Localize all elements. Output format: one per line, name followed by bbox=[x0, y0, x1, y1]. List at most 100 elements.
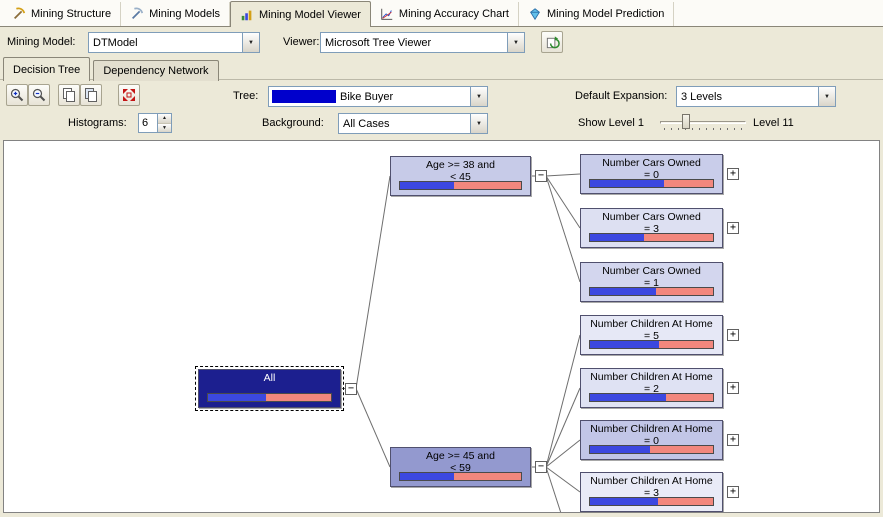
tree-node-child2[interactable]: Number Children At Home = 2 bbox=[580, 368, 723, 408]
tree-node-label: Number Cars Owned = 3 bbox=[602, 211, 701, 235]
tree-node-cars3[interactable]: Number Cars Owned = 3 bbox=[580, 208, 723, 248]
mining-model-value: DTModel bbox=[93, 36, 138, 49]
tree-node-child0[interactable]: Number Children At Home = 0 bbox=[580, 420, 723, 460]
tree-node-label: All bbox=[263, 372, 276, 384]
default-expansion-select[interactable]: 3 Levels ▼ bbox=[676, 86, 836, 107]
mining-model-viewer-icon bbox=[241, 10, 252, 20]
slider-ticks bbox=[664, 128, 742, 130]
tab-decision-tree[interactable]: Decision Tree bbox=[3, 57, 91, 81]
tree-value: Bike Buyer bbox=[340, 90, 394, 103]
tab-label: Mining Model Prediction bbox=[546, 8, 665, 20]
tab-label: Mining Model Viewer bbox=[259, 8, 361, 21]
tree-node-label: Number Children At Home = 3 bbox=[590, 475, 713, 499]
tab-mining-model-prediction[interactable]: Mining Model Prediction bbox=[519, 2, 675, 26]
tree-node-age45[interactable]: Age >= 45 and < 59 bbox=[390, 447, 531, 487]
tab-mining-accuracy-chart[interactable]: Mining Accuracy Chart bbox=[371, 2, 519, 26]
zoom-out-icon bbox=[32, 88, 46, 102]
tree-node-label: Number Children At Home = 5 bbox=[590, 318, 713, 342]
tree-node-child3[interactable]: Number Children At Home = 3 bbox=[580, 472, 723, 512]
chevron-down-icon[interactable]: ▼ bbox=[507, 33, 524, 52]
mining-model-label: Mining Model: bbox=[7, 36, 76, 48]
viewer-select[interactable]: Microsoft Tree Viewer ▼ bbox=[320, 32, 525, 53]
tree-node-label: Number Cars Owned = 1 bbox=[602, 265, 701, 289]
copy-icon bbox=[63, 88, 75, 102]
expand-node-icon[interactable]: + bbox=[727, 222, 739, 234]
zoom-in-icon bbox=[10, 88, 24, 102]
node-histogram bbox=[399, 472, 522, 481]
background-select[interactable]: All Cases ▼ bbox=[338, 113, 488, 134]
node-histogram bbox=[589, 497, 714, 506]
node-histogram bbox=[589, 179, 714, 188]
histograms-value: 6 bbox=[142, 117, 149, 129]
tree-node-all[interactable]: All bbox=[195, 366, 344, 411]
default-expansion-value: 3 Levels bbox=[681, 90, 722, 103]
chevron-down-icon[interactable]: ▼ bbox=[242, 33, 259, 52]
tree-node-cars0[interactable]: Number Cars Owned = 0 bbox=[580, 154, 723, 194]
tab-label: Mining Structure bbox=[31, 8, 112, 20]
tree-label: Tree: bbox=[233, 90, 259, 102]
chevron-down-icon[interactable]: ▼ bbox=[470, 114, 487, 133]
copy-all-icon bbox=[85, 88, 97, 102]
collapse-node-icon[interactable]: − bbox=[345, 382, 357, 395]
document-tabbar: Mining Structure Mining Models Mining Mo… bbox=[0, 0, 883, 27]
tree-node-label: Number Children At Home = 0 bbox=[590, 423, 713, 447]
size-to-fit-icon bbox=[123, 89, 135, 101]
show-level-slider[interactable] bbox=[658, 113, 748, 133]
background-value: All Cases bbox=[343, 117, 390, 130]
tree-node-child5[interactable]: Number Children At Home = 5 bbox=[580, 315, 723, 355]
node-histogram bbox=[207, 393, 332, 402]
spinner-up-icon[interactable]: ▲ bbox=[158, 114, 171, 124]
chevron-down-icon[interactable]: ▼ bbox=[470, 87, 487, 106]
viewer-label: Viewer: bbox=[283, 36, 320, 48]
node-histogram bbox=[589, 287, 714, 296]
decision-tree-view: All − Age >= 38 and < 45 − Age >= 45 and < 59 −… bbox=[3, 140, 880, 513]
viewer-subtabbar: Decision Tree Dependency Network bbox=[0, 56, 883, 81]
tree-select[interactable]: Bike Buyer ▼ bbox=[268, 86, 488, 107]
zoom-out-button[interactable] bbox=[28, 84, 50, 106]
tab-mining-models[interactable]: Mining Models bbox=[121, 2, 231, 26]
chevron-down-icon[interactable]: ▼ bbox=[818, 87, 835, 106]
model-bar: Mining Model: DTModel ▼ Viewer: Microsof… bbox=[0, 27, 883, 56]
node-histogram bbox=[589, 340, 714, 349]
tab-label: Mining Accuracy Chart bbox=[398, 8, 509, 20]
subtab-label: Decision Tree bbox=[13, 63, 81, 76]
tab-mining-model-viewer[interactable]: Mining Model Viewer bbox=[230, 1, 371, 27]
expand-node-icon[interactable]: + bbox=[727, 486, 739, 498]
collapse-node-icon[interactable]: − bbox=[535, 461, 547, 473]
refresh-viewer-icon bbox=[546, 35, 560, 48]
copy-graph-view-button[interactable] bbox=[58, 84, 80, 106]
tree-node-label: Age >= 38 and < 45 bbox=[426, 159, 495, 183]
show-level-label: Show Level 1 bbox=[578, 117, 645, 129]
zoom-in-button[interactable] bbox=[6, 84, 28, 106]
background-label: Background: bbox=[262, 117, 324, 129]
histograms-spinner[interactable]: 6 ▲ ▼ bbox=[138, 113, 172, 133]
collapse-node-icon[interactable]: − bbox=[535, 170, 547, 182]
spinner-down-icon[interactable]: ▼ bbox=[158, 123, 171, 132]
node-histogram bbox=[589, 393, 714, 402]
copy-entire-graph-button[interactable] bbox=[80, 84, 102, 106]
tab-mining-structure[interactable]: Mining Structure bbox=[3, 2, 122, 26]
expand-node-icon[interactable]: + bbox=[727, 382, 739, 394]
default-expansion-label: Default Expansion: bbox=[575, 90, 668, 102]
node-histogram bbox=[399, 181, 522, 190]
show-level-slider-thumb[interactable] bbox=[682, 114, 690, 129]
tree-canvas: All − Age >= 38 and < 45 − Age >= 45 and < 59 −… bbox=[4, 141, 879, 512]
node-histogram bbox=[589, 445, 714, 454]
mining-model-prediction-icon bbox=[530, 8, 540, 21]
tree-color-swatch bbox=[272, 90, 336, 103]
expand-node-icon[interactable]: + bbox=[727, 329, 739, 341]
expand-node-icon[interactable]: + bbox=[727, 168, 739, 180]
mining-models-icon bbox=[132, 7, 144, 19]
tree-toolbar: Tree: Bike Buyer ▼ Default Expansion: 3 … bbox=[0, 80, 883, 140]
tree-node-label: Age >= 45 and < 59 bbox=[426, 450, 495, 474]
level-max-label: Level 11 bbox=[753, 117, 794, 129]
expand-node-icon[interactable]: + bbox=[727, 434, 739, 446]
slider-track bbox=[660, 121, 746, 124]
size-to-fit-button[interactable] bbox=[118, 84, 140, 106]
tab-dependency-network[interactable]: Dependency Network bbox=[93, 60, 219, 81]
tree-node-cars1[interactable]: Number Cars Owned = 1 bbox=[580, 262, 723, 302]
refresh-viewer-button[interactable] bbox=[541, 31, 563, 53]
mining-model-select[interactable]: DTModel ▼ bbox=[88, 32, 260, 53]
node-histogram bbox=[589, 233, 714, 242]
tree-node-age38[interactable]: Age >= 38 and < 45 bbox=[390, 156, 531, 196]
